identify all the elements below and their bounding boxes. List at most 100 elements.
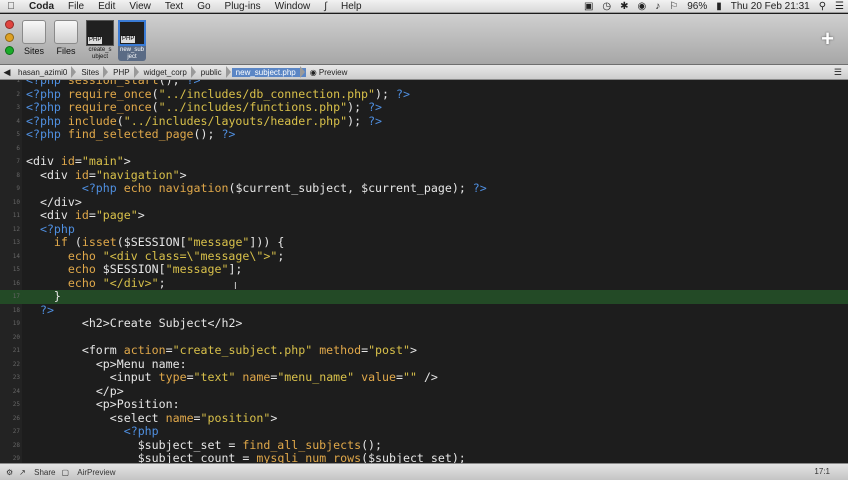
breadcrumb-php[interactable]: PHP — [109, 65, 140, 78]
zoom-button[interactable] — [5, 46, 14, 55]
code-line[interactable]: 24 </p> — [0, 384, 848, 399]
code-line[interactable]: 4 <?php include("../includes/layouts/head… — [0, 114, 848, 129]
code-editor[interactable]: 1 <?php session_start(); ?> 2 <?php require… — [0, 80, 848, 463]
wifi-icon[interactable]: ◉ — [638, 1, 647, 12]
code-line[interactable]: 13 if (isset($SESSION["message"])) { — [0, 235, 848, 250]
menu-plugins[interactable]: Plug-ins — [218, 1, 268, 12]
close-button[interactable] — [5, 20, 14, 29]
line-number: 21 — [12, 347, 20, 354]
tab-create-subject[interactable]: PHP create_s ubject — [86, 20, 114, 61]
line-number: 18 — [12, 306, 20, 314]
line-number: 4 — [16, 117, 20, 125]
code-line[interactable]: 5 <?php find_selected_page(); ?> — [0, 127, 848, 142]
battery-level[interactable]: 96% — [687, 1, 707, 12]
code-line[interactable]: 14 echo "<div class=\"message\">"; — [0, 248, 848, 264]
code-text: echo "</div>"; — [67, 275, 166, 290]
code-line[interactable]: 26 <select name="position"> — [0, 410, 848, 426]
code-line[interactable]: 23 <input type="text" name="menu_name" v… — [0, 370, 848, 385]
script-icon[interactable]: ∫ — [317, 1, 334, 12]
code-line[interactable]: 17 } — [0, 289, 848, 304]
menu-window[interactable]: Window — [268, 1, 318, 12]
code-line[interactable]: 27 <?php — [0, 424, 848, 439]
breadcrumb-public[interactable]: public — [197, 65, 232, 78]
code-line[interactable]: 18 ?> — [0, 303, 848, 318]
minimize-button[interactable] — [5, 33, 14, 42]
battery-icon[interactable]: ▮ — [716, 1, 722, 12]
line-number: 16 — [12, 279, 20, 287]
menu-file[interactable]: File — [61, 1, 91, 12]
menu-app-name[interactable]: Coda — [22, 1, 61, 12]
code-text: echo "<div class=\"message\">"; — [67, 248, 285, 263]
menu-go[interactable]: Go — [190, 1, 217, 12]
options-icon[interactable]: ☰ — [834, 67, 842, 78]
code-line[interactable]: 25 <p>Position: — [0, 397, 848, 412]
code-line[interactable]: 10 </div> — [0, 195, 848, 210]
line-number: 7 — [16, 158, 20, 165]
apple-icon[interactable]:  — [0, 1, 22, 12]
sites-button[interactable]: Sites — [19, 20, 49, 56]
list-icon[interactable]: ☰ — [835, 1, 844, 12]
clock[interactable]: Thu 20 Feb 21:31 — [731, 1, 810, 12]
code-text: <select name="position"> — [109, 410, 278, 425]
flag-icon[interactable]: ⚐ — [669, 1, 678, 12]
code-line[interactable]: 21 <form action="create_subject.php" met… — [0, 343, 848, 358]
line-number: 29 — [12, 455, 20, 462]
preview-button[interactable]: ◉ Preview — [310, 68, 348, 77]
code-text: $subject_set = find_all_subjects(); — [137, 437, 383, 452]
line-number: 19 — [12, 320, 20, 327]
code-line[interactable]: 3 <?php require_once("../includes/functio… — [0, 100, 848, 115]
code-text: <?php — [123, 424, 159, 438]
line-number: 27 — [12, 428, 20, 435]
menu-view[interactable]: View — [122, 1, 158, 12]
eye-icon: ◉ — [309, 67, 319, 77]
tab-thumbnail: PHP — [118, 20, 146, 46]
line-number: 6 — [16, 144, 20, 152]
line-number: 12 — [12, 225, 20, 233]
cursor-position: 17:1 — [814, 467, 830, 476]
path-bar: ◀ hasan_azimi0 Sites PHP widget_corp pub… — [0, 65, 848, 80]
code-text: <div id="page"> — [39, 208, 145, 222]
code-line[interactable]: 8 <div id="navigation"> — [0, 168, 848, 183]
camera-icon[interactable]: ▣ — [584, 1, 593, 12]
code-line[interactable]: 12 <?php — [0, 222, 848, 237]
time-machine-icon[interactable]: ◷ — [602, 1, 611, 12]
breadcrumb-sites[interactable]: Sites — [77, 65, 109, 78]
code-line[interactable]: 15 echo $SESSION["message"]; — [0, 262, 848, 277]
breadcrumb-file[interactable]: new_subject.php — [231, 65, 306, 78]
code-line[interactable]: 29 $subject_count = mysqli_num_rows($sub… — [0, 451, 848, 463]
files-button[interactable]: Files — [51, 20, 81, 56]
airpreview-button[interactable]: ▢ AirPreview — [61, 468, 115, 477]
search-icon[interactable]: ⚲ — [819, 1, 826, 12]
breadcrumb-user[interactable]: hasan_azimi0 — [14, 65, 77, 78]
settings-icon[interactable]: ⚙ — [6, 468, 13, 477]
bluetooth-icon[interactable]: ✱ — [620, 1, 628, 12]
menu-edit[interactable]: Edit — [91, 1, 122, 12]
menu-text[interactable]: Text — [158, 1, 190, 12]
code-line[interactable]: 16 echo "</div>"; — [0, 275, 848, 291]
add-tab-icon[interactable]: + — [821, 26, 834, 52]
code-line[interactable]: 2 <?php require_once("../includes/db_conn… — [0, 87, 848, 102]
code-text: <?php echo navigation($current_subject, … — [81, 181, 487, 195]
code-line[interactable]: 22 <p>Menu name: — [0, 357, 848, 372]
menu-bar:  Coda File Edit View Text Go Plug-ins W… — [0, 0, 848, 13]
code-line[interactable]: 6 — [0, 142, 848, 156]
line-number: 5 — [16, 131, 20, 138]
code-line[interactable]: 7 <div id="main"> — [0, 154, 848, 169]
breadcrumb-widget-corp[interactable]: widget_corp — [140, 65, 197, 78]
code-line[interactable]: 11 <div id="page"> — [0, 208, 848, 223]
code-line[interactable]: 20 — [0, 331, 848, 345]
line-number: 2 — [16, 90, 20, 98]
line-number: 11 — [12, 212, 20, 219]
code-text: <div id="main"> — [26, 154, 131, 168]
menu-help[interactable]: Help — [334, 1, 369, 12]
toolbar: Sites Files PHP create_s ubject PHP new_… — [0, 14, 848, 65]
code-text: <?php require_once("../includes/function… — [26, 100, 383, 114]
code-line[interactable]: 28 $subject_set = find_all_subjects(); — [0, 437, 848, 453]
share-button[interactable]: ↗ Share — [19, 468, 55, 477]
back-icon[interactable]: ◀ — [0, 67, 14, 78]
sites-label: Sites — [23, 46, 44, 56]
volume-icon[interactable]: ♪ — [655, 1, 660, 12]
code-line[interactable]: 19 <h2>Create Subject</h2> — [0, 316, 848, 331]
tab-new-subject[interactable]: PHP new_sub ject — [118, 20, 146, 61]
code-line[interactable]: 9 <?php echo navigation($current_subject… — [0, 181, 848, 196]
